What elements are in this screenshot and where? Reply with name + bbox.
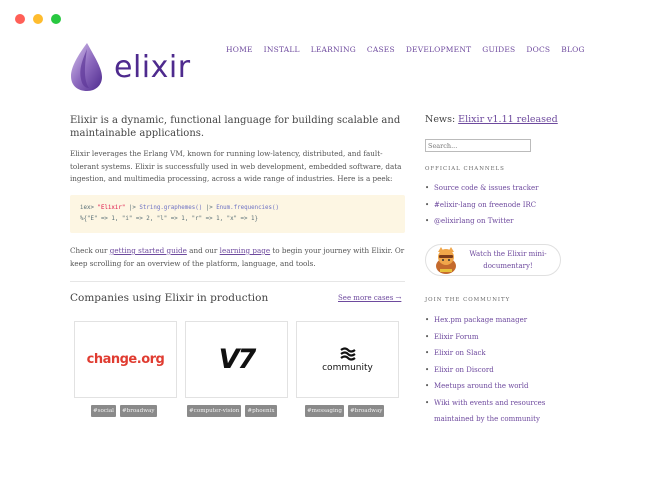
- channels-list: Source code & issues tracker #elixir-lan…: [425, 180, 538, 230]
- community-discord[interactable]: Elixir on Discord: [425, 362, 560, 379]
- divider: [70, 281, 405, 282]
- company-tags-v7: #computer-vision #phoenix: [187, 405, 277, 417]
- main-nav: HOME INSTALL LEARNING CASES DEVELOPMENT …: [226, 45, 585, 54]
- nav-learning[interactable]: LEARNING: [311, 45, 356, 54]
- company-card-changeorg[interactable]: change.org: [74, 321, 177, 398]
- community-forum[interactable]: Elixir Forum: [425, 329, 560, 346]
- community-heading: JOIN THE COMMUNITY: [425, 297, 511, 303]
- companies-title: Companies using Elixir in production: [70, 292, 269, 304]
- window-controls: [15, 14, 61, 24]
- code-string: "Elixir": [97, 205, 126, 211]
- code-call: String.graphemes(): [139, 205, 203, 211]
- code-pipe: |>: [205, 205, 213, 211]
- nav-cases[interactable]: CASES: [367, 45, 395, 54]
- close-window-button[interactable]: [15, 14, 25, 24]
- code-call: Enum.frequencies(): [216, 205, 280, 211]
- nav-blog[interactable]: BLOG: [561, 45, 584, 54]
- community-slack[interactable]: Elixir on Slack: [425, 345, 560, 362]
- community-waves-icon: [339, 346, 356, 361]
- company-card-community[interactable]: community: [296, 321, 399, 398]
- news-label: News:: [425, 114, 459, 125]
- channel-irc[interactable]: #elixir-lang on freenode IRC: [425, 197, 538, 214]
- company-tags-changeorg: #social #broadway: [91, 405, 157, 417]
- elixir-drop-icon: [71, 43, 102, 91]
- tag-social[interactable]: #social: [91, 405, 116, 417]
- nav-docs[interactable]: DOCS: [526, 45, 550, 54]
- community-meetups[interactable]: Meetups around the world: [425, 378, 560, 395]
- nav-home[interactable]: HOME: [226, 45, 253, 54]
- code-prompt: iex>: [80, 205, 94, 211]
- tag-computer-vision[interactable]: #computer-vision: [187, 405, 242, 417]
- nav-install[interactable]: INSTALL: [264, 45, 300, 54]
- news-link[interactable]: Elixir v1.11 released: [458, 114, 558, 125]
- text-fragment: Check our: [70, 246, 110, 255]
- intro-text: Elixir is a dynamic, functional language…: [70, 115, 401, 139]
- company-card-v7[interactable]: V7: [185, 321, 288, 398]
- code-line-2: %{"E" => 1, "i" => 2, "l" => 1, "r" => 1…: [80, 216, 258, 222]
- channel-twitter[interactable]: @elixirlang on Twitter: [425, 213, 538, 230]
- channel-source-code[interactable]: Source code & issues tracker: [425, 180, 538, 197]
- changeorg-logo: change.org: [86, 352, 165, 367]
- nav-development[interactable]: DEVELOPMENT: [406, 45, 471, 54]
- learning-page-link[interactable]: learning page: [220, 246, 270, 255]
- nav-guides[interactable]: GUIDES: [482, 45, 515, 54]
- documentary-mascot-icon: [436, 247, 456, 274]
- description-text: Elixir leverages the Erlang VM, known fo…: [70, 149, 402, 183]
- elixir-logo[interactable]: elixir: [68, 41, 191, 93]
- code-line-1: iex> "Elixir" |> String.graphemes() |> E…: [80, 203, 395, 214]
- minimize-window-button[interactable]: [33, 14, 43, 24]
- brand-name: elixir: [114, 49, 191, 85]
- code-sample: iex> "Elixir" |> String.graphemes() |> E…: [70, 195, 405, 233]
- text-fragment: and our: [186, 246, 220, 255]
- documentary-button[interactable]: Watch the Elixir mini-documentary!: [425, 244, 561, 276]
- code-pipe: |>: [128, 205, 136, 211]
- community-hex[interactable]: Hex.pm package manager: [425, 312, 560, 329]
- tag-messaging[interactable]: #messaging: [305, 405, 344, 417]
- getting-started-text: Check our getting started guide and our …: [70, 245, 405, 270]
- community-wiki[interactable]: Wiki with events and resources maintaine…: [425, 395, 560, 428]
- news-line: News: Elixir v1.11 released: [425, 114, 558, 125]
- tag-broadway[interactable]: #broadway: [119, 405, 157, 417]
- community-logo: community: [322, 362, 373, 373]
- maximize-window-button[interactable]: [51, 14, 61, 24]
- tag-broadway[interactable]: #broadway: [347, 405, 385, 417]
- getting-started-link[interactable]: getting started guide: [110, 246, 187, 255]
- community-list: Hex.pm package manager Elixir Forum Elix…: [425, 312, 560, 428]
- see-more-cases-link[interactable]: See more cases →: [338, 294, 401, 302]
- tag-phoenix[interactable]: #phoenix: [245, 405, 277, 417]
- company-tags-community: #messaging #broadway: [305, 405, 385, 417]
- channels-heading: OFFICIAL CHANNELS: [425, 166, 505, 172]
- documentary-label: Watch the Elixir mini-documentary!: [469, 249, 547, 271]
- search-input[interactable]: [425, 139, 531, 152]
- v7-logo: V7: [218, 344, 257, 375]
